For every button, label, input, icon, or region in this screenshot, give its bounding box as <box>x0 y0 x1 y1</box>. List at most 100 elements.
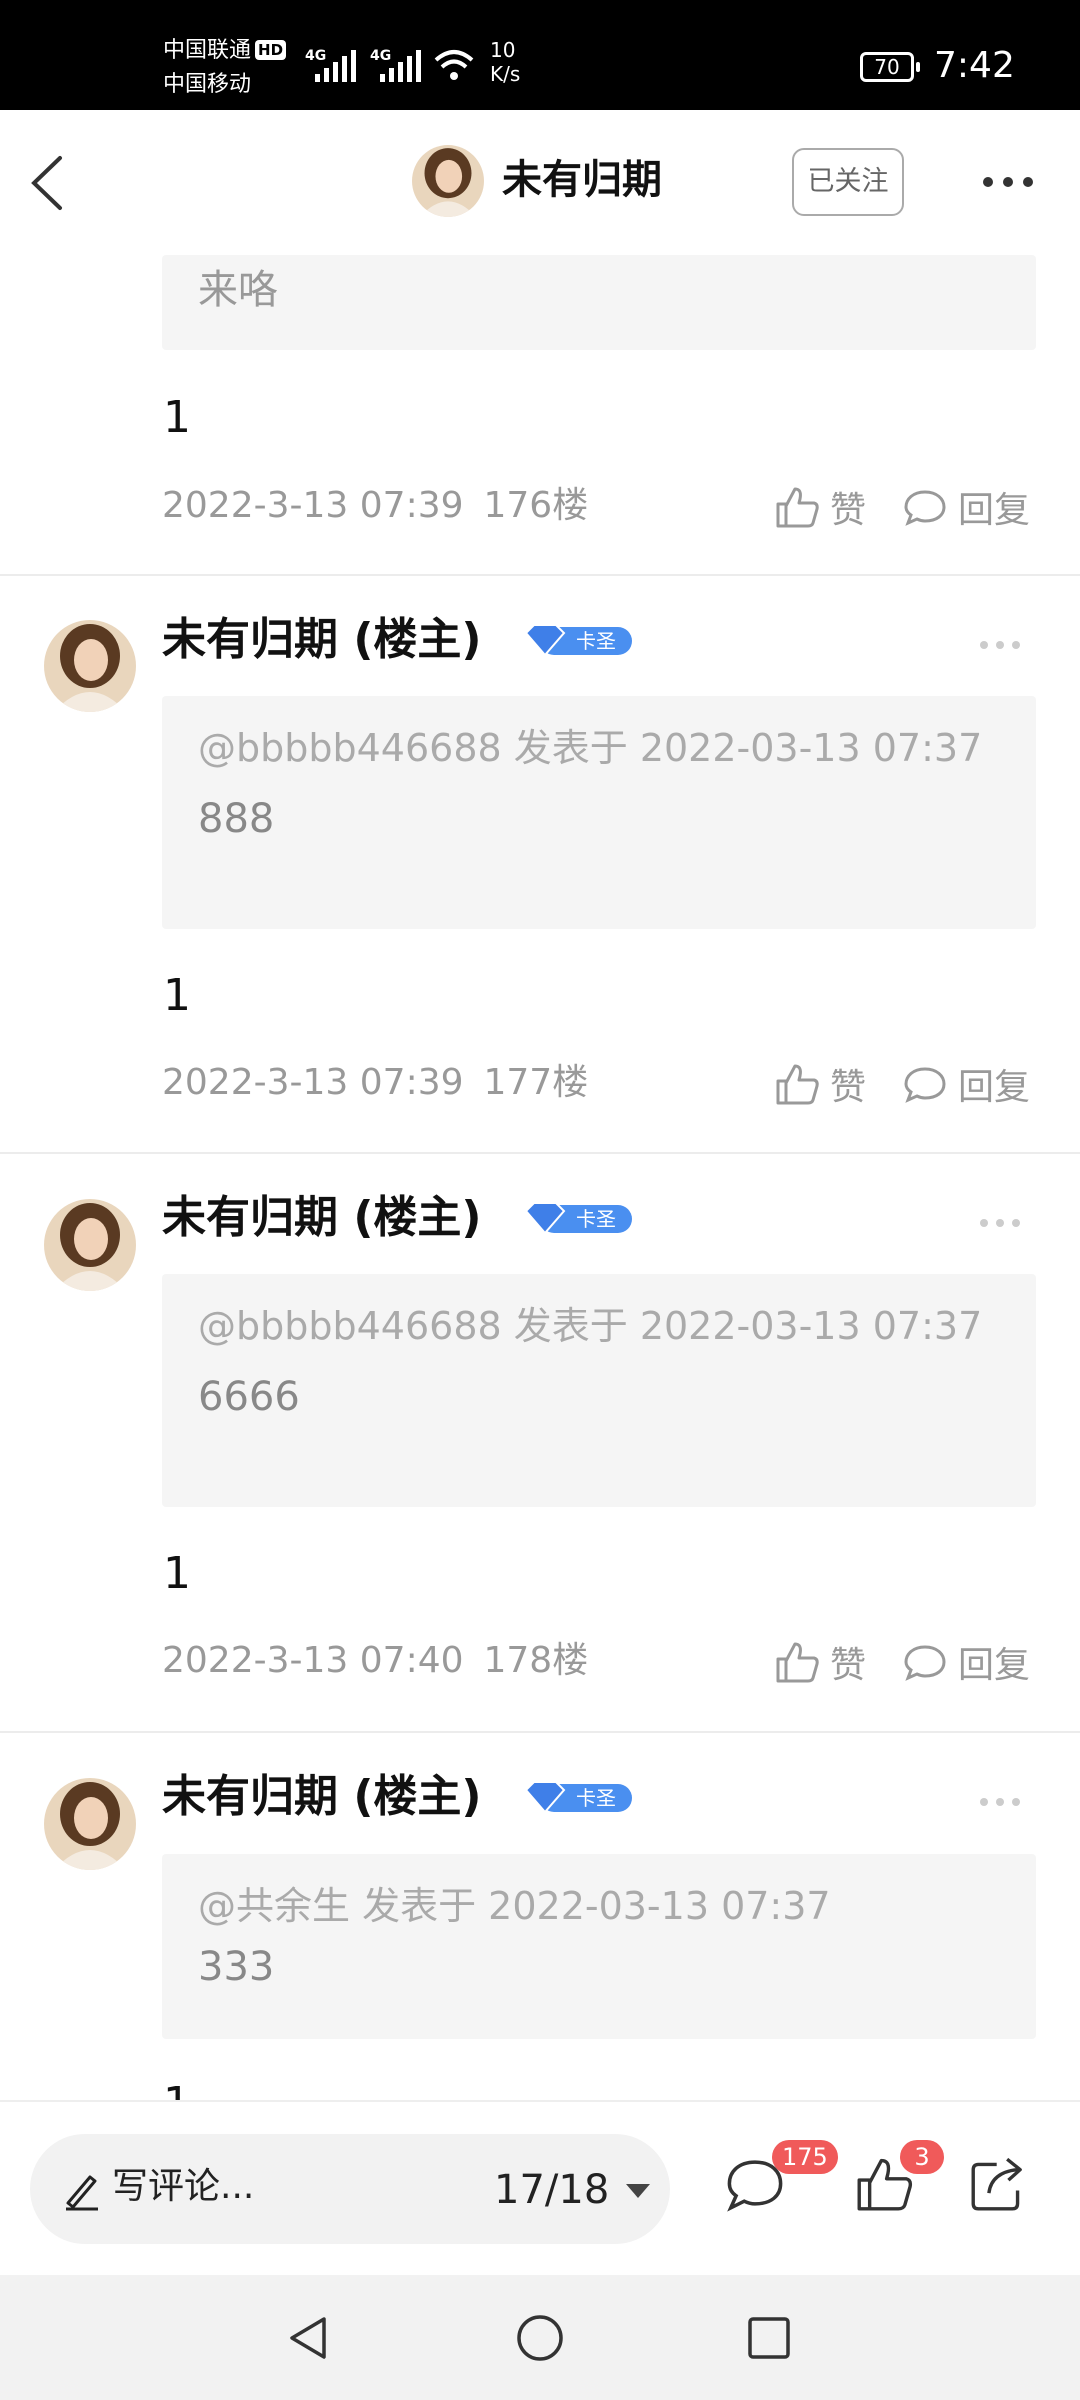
post-body: 1 <box>163 392 191 443</box>
quoted-reply: 来咯 <box>162 255 1036 350</box>
floor-number: 178楼 <box>483 1640 589 1681</box>
divider <box>0 1152 1080 1154</box>
post-body: 1 <box>163 970 191 1021</box>
caret-down-icon[interactable] <box>624 2182 652 2200</box>
reply-button[interactable]: 回复 <box>902 1634 1030 1690</box>
avatar[interactable] <box>44 620 136 712</box>
chevron-left-icon[interactable] <box>20 150 80 216</box>
avatar[interactable] <box>412 145 484 217</box>
more-dots-icon[interactable] <box>978 1215 1022 1231</box>
reply-button[interactable]: 回复 <box>902 1056 1030 1112</box>
comment-icon <box>904 1645 946 1681</box>
post-body: 1 <box>163 2076 191 2100</box>
badge-label: 卡圣 <box>576 1207 616 1231</box>
like-button[interactable]: 赞 <box>774 1056 866 1112</box>
comment-bar: 写评论... 17/18 175 3 <box>0 2100 1080 2275</box>
follow-button[interactable]: 已关注 <box>792 148 904 216</box>
like-label: 赞 <box>830 490 867 531</box>
avatar-image <box>44 620 136 712</box>
back-triangle-icon[interactable] <box>282 2311 336 2365</box>
avatar[interactable] <box>44 1199 136 1291</box>
thumbs-up-icon <box>776 1064 819 1105</box>
comment-icon <box>904 1067 946 1103</box>
post-date: 2022-3-13 07:39 <box>162 485 464 526</box>
diamond-badge-icon: 卡圣 <box>524 1781 632 1814</box>
status-bar: 中国联通 HD 中国移动 4G 4G 10 K/s 70 7:42 <box>0 0 1080 110</box>
carrier-2: 中国移动 <box>163 72 252 97</box>
author-name[interactable]: 未有归期 (楼主) <box>162 611 482 669</box>
page-indicator[interactable]: 17/18 <box>494 2164 609 2216</box>
reply-label: 回复 <box>958 1645 1031 1686</box>
quote-meta: @共余生 发表于 2022-03-13 07:37 <box>198 1884 831 1928</box>
reply-label: 回复 <box>958 1067 1031 1108</box>
carrier-info: 中国联通 HD 中国移动 <box>163 34 287 102</box>
quote-text: 333 <box>198 1944 275 1990</box>
quote-meta: @bbbbb446688 发表于 2022-03-13 07:37 <box>198 726 983 770</box>
post-date: 2022-3-13 07:39 <box>162 1062 464 1103</box>
like-post-button[interactable]: 3 <box>850 2102 950 2272</box>
quoted-reply: @bbbbb446688 发表于 2022-03-13 07:37 6666 <box>162 1274 1036 1507</box>
like-label: 赞 <box>830 1067 867 1108</box>
divider <box>0 1731 1080 1733</box>
quoted-reply: @共余生 发表于 2022-03-13 07:37 333 <box>162 1854 1036 2039</box>
net-label-1: 4G <box>305 48 326 64</box>
comment-feed[interactable]: 来咯 1 2022-3-13 07:39 176楼 赞 回复 未有归期 (楼主) … <box>0 255 1080 2100</box>
home-circle-icon[interactable] <box>513 2311 567 2365</box>
author-name[interactable]: 未有归期 (楼主) <box>162 1768 482 1826</box>
comments-button[interactable]: 175 <box>720 2102 838 2272</box>
net-label-2: 4G <box>370 48 391 64</box>
author-name[interactable]: 未有归期 (楼主) <box>162 1189 482 1247</box>
clock: 7:42 <box>934 45 1015 86</box>
like-button[interactable]: 赞 <box>774 479 866 535</box>
quoted-reply: @bbbbb446688 发表于 2022-03-13 07:37 888 <box>162 696 1036 929</box>
floor-number: 177楼 <box>483 1062 589 1103</box>
post-date: 2022-3-13 07:40 <box>162 1640 464 1681</box>
avatar-image <box>44 1778 136 1870</box>
diamond-badge-icon: 卡圣 <box>524 1202 632 1235</box>
pen-icon <box>66 2175 98 2211</box>
recents-square-icon[interactable] <box>742 2311 796 2365</box>
comment-icon <box>904 490 946 526</box>
post-meta: 2022-3-13 07:39 177楼 <box>162 1058 588 1108</box>
comment-count-badge: 175 <box>772 2140 838 2174</box>
more-dots-icon[interactable] <box>978 162 1038 202</box>
thumbs-up-icon <box>776 1642 819 1683</box>
diamond-badge-icon: 卡圣 <box>524 624 632 657</box>
quote-meta: @bbbbb446688 发表于 2022-03-13 07:37 <box>198 1304 983 1348</box>
floor-number: 176楼 <box>483 485 589 526</box>
battery-icon: 70 <box>860 52 920 82</box>
top-nav-bar: 未有归期 已关注 <box>0 110 1080 255</box>
quote-text: 来咯 <box>198 267 278 313</box>
like-count-badge: 3 <box>900 2140 944 2174</box>
post-meta: 2022-3-13 07:39 176楼 <box>162 481 588 531</box>
share-icon[interactable] <box>968 2154 1028 2214</box>
like-button[interactable]: 赞 <box>774 1634 866 1690</box>
reply-button[interactable]: 回复 <box>902 479 1030 535</box>
carrier-1: 中国联通 <box>163 38 252 63</box>
post-body: 1 <box>163 1548 191 1599</box>
quote-text: 888 <box>198 796 275 842</box>
net-speed-unit: K/s <box>490 62 521 86</box>
comment-input[interactable]: 写评论... 17/18 <box>30 2134 670 2244</box>
divider <box>0 574 1080 576</box>
avatar-image <box>44 1199 136 1291</box>
thumbs-up-icon <box>776 487 819 528</box>
badge-label: 卡圣 <box>576 1786 616 1810</box>
avatar[interactable] <box>44 1778 136 1870</box>
like-label: 赞 <box>830 1645 867 1686</box>
net-speed: 10 K/s <box>490 38 520 86</box>
net-speed-value: 10 <box>490 38 516 62</box>
badge-label: 卡圣 <box>576 629 616 653</box>
more-dots-icon[interactable] <box>978 1794 1022 1810</box>
system-nav-bar <box>0 2275 1080 2400</box>
signal-icon: 4G <box>305 48 356 82</box>
reply-label: 回复 <box>958 490 1031 531</box>
hd-badge: HD <box>255 40 287 60</box>
quote-text: 6666 <box>198 1374 300 1420</box>
more-dots-icon[interactable] <box>978 637 1022 653</box>
wifi-icon <box>434 50 474 80</box>
signal-icon: 4G <box>370 48 421 82</box>
page-title: 未有归期 <box>502 157 662 203</box>
comment-placeholder: 写评论... <box>112 2166 255 2207</box>
post-meta: 2022-3-13 07:40 178楼 <box>162 1636 588 1686</box>
